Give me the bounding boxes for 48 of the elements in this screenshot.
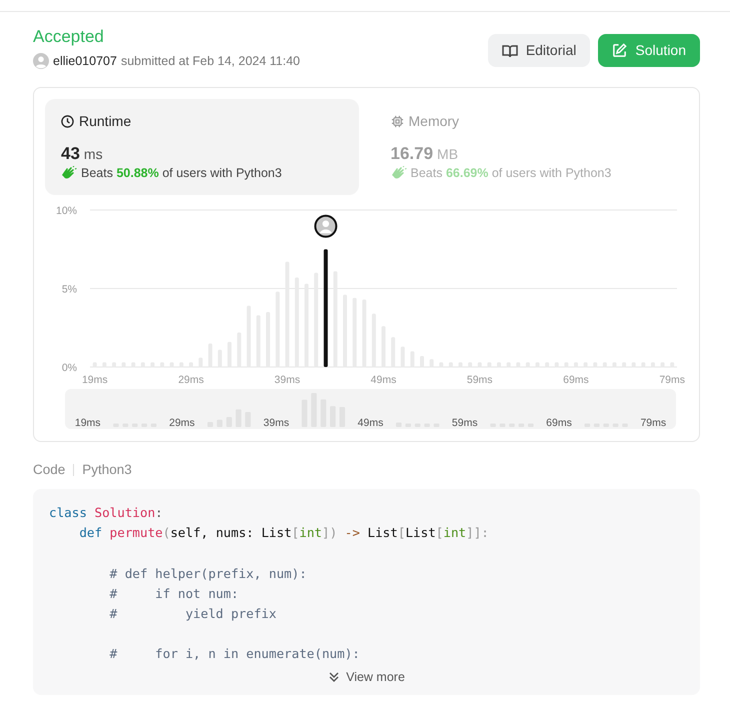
metric-title: Memory: [408, 112, 460, 131]
avatar-marker: [314, 214, 338, 238]
metric-value: 43: [61, 144, 80, 164]
axis-tick-label: 19ms: [82, 374, 108, 386]
axis-tick-label: 69ms: [546, 416, 572, 429]
axis-tick-label: 29ms: [178, 374, 204, 386]
submitted-time: submitted at Feb 14, 2024 11:40: [120, 53, 300, 70]
metric-tab[interactable]: Runtime 43 ms Beats 50.88% of users with Python3: [45, 98, 358, 195]
axis-tick-label: 69ms: [563, 374, 589, 386]
view-more-button[interactable]: View more: [322, 666, 411, 688]
metric-unit: MB: [437, 144, 458, 164]
axis-tick-label: 79ms: [659, 374, 686, 386]
axis-tick-label: 10%: [56, 204, 77, 217]
clap-icon: [390, 166, 406, 181]
editorial-button[interactable]: Editorial: [488, 34, 590, 67]
code-line: def permute(self, nums: List[int]) -> List[List[int]]:: [78, 524, 490, 542]
edit-icon: [612, 43, 628, 58]
beats-text: Beats 50.88% of users with Python3: [81, 164, 282, 182]
code-line: # for i, n in enumerate(num):: [108, 645, 361, 664]
metric-value: 16.79: [390, 144, 434, 164]
book-icon: [502, 44, 518, 58]
code-line: # if not num:: [108, 584, 240, 603]
metric-unit: ms: [84, 144, 103, 164]
clap-icon: [61, 166, 77, 181]
double-chevron-icon: [328, 670, 340, 683]
axis-tick-label: 0%: [62, 362, 77, 374]
status-text: Accepted: [33, 26, 105, 48]
axis-tick-label: 59ms: [452, 416, 478, 429]
username-link[interactable]: ellie010707: [53, 52, 117, 71]
code-line: # yield prefix: [108, 605, 278, 623]
axis-tick-label: 29ms: [169, 416, 195, 429]
beats-text: Beats 66.69% of users with Python3: [410, 164, 612, 182]
clock-icon: [61, 114, 74, 128]
axis-tick-label: 39ms: [263, 416, 290, 429]
avatar-icon: [33, 53, 49, 70]
chip-icon: [390, 114, 404, 128]
language-label: Python3: [82, 460, 132, 479]
metric-title: Runtime: [79, 112, 132, 131]
axis-tick-label: 49ms: [358, 416, 384, 429]
axis-tick-label: 39ms: [274, 374, 300, 386]
code-line: class Solution:: [49, 504, 164, 522]
axis-tick-label: 79ms: [640, 416, 666, 429]
axis-tick-label: 59ms: [466, 374, 493, 386]
code-label: Code: [33, 460, 66, 479]
code-line: # def helper(prefix, num):: [108, 564, 308, 583]
axis-tick-label: 49ms: [370, 374, 396, 386]
axis-tick-label: 19ms: [74, 416, 101, 429]
axis-tick-label: 5%: [62, 283, 77, 296]
